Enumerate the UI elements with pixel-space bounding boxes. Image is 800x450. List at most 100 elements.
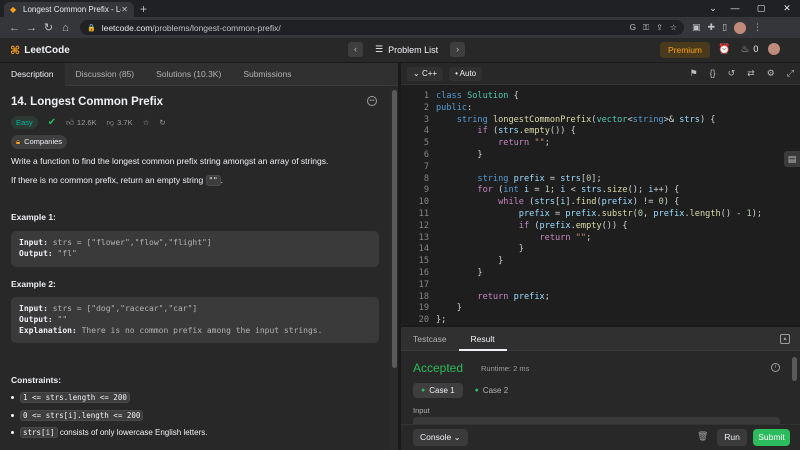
line-number: 13: [418, 232, 429, 243]
forward-icon[interactable]: →: [23, 22, 40, 34]
maximize-button[interactable]: ▢: [748, 0, 774, 17]
trash-icon[interactable]: 🗑︎: [697, 431, 708, 442]
submit-button[interactable]: Submit: [753, 429, 790, 446]
close-window-button[interactable]: ✕: [774, 0, 800, 17]
lock-icon: 🔒︎: [16, 137, 20, 146]
line-number: 12: [418, 220, 429, 231]
line-code: return prefix;: [477, 291, 550, 302]
more-options-icon[interactable]: •••: [367, 96, 377, 106]
ex2-explanation-label: Explanation:: [19, 326, 77, 335]
example-1-label: Example 1:: [11, 212, 56, 222]
companies-label: Companies: [24, 137, 63, 146]
streak-flame-icon[interactable]: ♨: [740, 44, 749, 55]
constraint-1-code: 1 <= strs.length <= 200: [20, 392, 130, 403]
line-number: 3: [423, 114, 429, 125]
run-button[interactable]: Run: [717, 429, 747, 446]
line-number: 8: [423, 173, 429, 184]
line-code: }: [436, 256, 504, 267]
split-view-icon[interactable]: ⇄: [747, 68, 755, 79]
constraint-2-code: 0 <= strs[i].length <= 200: [20, 410, 144, 421]
description-scrollbar[interactable]: [390, 86, 398, 450]
line-number: 9: [423, 185, 429, 196]
problem-list-button[interactable]: ☰ Problem List: [369, 44, 444, 55]
profile-avatar[interactable]: [734, 21, 747, 34]
console-button[interactable]: Console ⌄: [413, 429, 468, 446]
google-lens-icon[interactable]: G: [630, 23, 636, 33]
leetcode-logo[interactable]: ⌘ LeetCode: [10, 44, 70, 57]
ex1-input: strs = ["flower","flow","flight"]: [47, 238, 212, 247]
sidebar-icon[interactable]: ▯: [722, 22, 727, 33]
tab-search-icon[interactable]: ⌄: [704, 0, 722, 17]
favorite-star-icon[interactable]: ☆: [143, 118, 150, 127]
bookmark-star-icon[interactable]: ☆: [670, 23, 677, 33]
premium-button[interactable]: Premium: [660, 42, 711, 58]
autocomplete-mode-button[interactable]: • Auto: [449, 66, 483, 81]
like-button[interactable]: 👍︎ 12.6K: [66, 118, 96, 128]
tab-solutions[interactable]: Solutions (10.3K): [145, 63, 232, 86]
line-code: return "";: [498, 138, 550, 149]
next-problem-button[interactable]: ›: [450, 42, 466, 57]
line-number: 18: [418, 291, 429, 302]
case-2-tab[interactable]: ● Case 2: [467, 383, 517, 398]
example-2-box: Input: strs = ["dog","racecar","car"] Ou…: [11, 297, 379, 343]
extensions-puzzle-icon[interactable]: ✚: [708, 22, 716, 33]
minimize-button[interactable]: —: [722, 0, 748, 17]
code-area[interactable]: 1 class Solution {2 public: 3 string longes…: [401, 88, 785, 325]
line-code: }: [436, 303, 462, 314]
line-number: 11: [418, 209, 429, 219]
mode-label: Auto: [459, 68, 477, 78]
menu-kebab-icon[interactable]: ⋮: [753, 22, 762, 33]
settings-gear-icon[interactable]: ⚙: [767, 68, 775, 79]
line-number: 5: [423, 138, 429, 149]
video-ext-icon[interactable]: ▣: [692, 22, 701, 33]
new-tab-button[interactable]: +: [140, 2, 147, 17]
ex2-explanation: There is no common prefix among the inpu…: [76, 326, 323, 335]
leetcode-favicon-icon: ◆: [10, 4, 17, 14]
notes-file-icon[interactable]: ▤: [784, 151, 800, 167]
leetcode-navbar: ⌘ LeetCode ‹ ☰ Problem List › Premium ⏰ …: [0, 38, 800, 63]
tab-testcase[interactable]: Testcase: [401, 327, 459, 351]
user-avatar[interactable]: [768, 43, 781, 55]
line-code: string prefix = strs[0];: [477, 173, 602, 184]
reload-icon[interactable]: ↻: [40, 21, 57, 34]
constraints-label: Constraints:: [11, 375, 62, 385]
result-scrollbar[interactable]: [791, 353, 798, 423]
refresh-icon[interactable]: ↻: [159, 118, 165, 127]
close-tab-icon[interactable]: ✕: [121, 5, 128, 14]
constraint-3-code: strs[i]: [20, 427, 58, 438]
minimize-panel-icon[interactable]: ▴: [780, 334, 790, 344]
fullscreen-icon[interactable]: ⤢: [787, 68, 794, 79]
tab-submissions[interactable]: Submissions: [232, 63, 302, 86]
line-code: }: [436, 150, 483, 160]
tab-discussion[interactable]: Discussion (85): [65, 63, 146, 86]
share-icon[interactable]: ⇪: [656, 23, 663, 33]
line-code: class Solution {: [436, 91, 519, 101]
line-code: public:: [436, 102, 473, 113]
companies-tag[interactable]: 🔒︎ Companies: [11, 135, 68, 149]
address-bar[interactable]: 🔒 leetcode.com /problems/longest-common-…: [80, 20, 684, 35]
logo-text: LeetCode: [24, 44, 70, 56]
difficulty-badge: Easy: [11, 116, 38, 129]
browser-tab[interactable]: ◆ Longest Common Prefix - LeetCode ✕: [4, 2, 134, 17]
thumbs-up-icon: 👍︎: [66, 117, 74, 127]
timer-icon[interactable]: ⏰: [718, 44, 730, 55]
ex1-output: "fl": [52, 249, 77, 258]
result-tabs: Testcase Result: [401, 327, 800, 351]
tab-result[interactable]: Result: [458, 327, 507, 351]
lock-icon[interactable]: 🔒: [87, 24, 96, 32]
dislike-button[interactable]: 👎︎ 3.7K: [107, 118, 133, 128]
case-1-tab[interactable]: ● Case 1: [413, 383, 463, 398]
bookmark-icon[interactable]: ⚑: [690, 68, 698, 79]
language-select[interactable]: ⌄ C++: [407, 66, 444, 81]
format-braces-icon[interactable]: {}: [710, 68, 716, 79]
key-icon[interactable]: ⚿: [643, 23, 649, 33]
example-2-label: Example 2:: [11, 279, 56, 289]
tab-description[interactable]: Description: [0, 62, 65, 86]
info-icon[interactable]: i: [771, 363, 780, 372]
home-icon[interactable]: ⌂: [57, 22, 74, 34]
prev-problem-button[interactable]: ‹: [348, 42, 363, 57]
reset-code-icon[interactable]: ↺: [728, 68, 736, 79]
line-number: 10: [418, 197, 429, 208]
back-icon[interactable]: ←: [6, 22, 23, 34]
problem-description: 14. Longest Common Prefix ••• Easy ✔ 👍︎ …: [0, 86, 390, 450]
